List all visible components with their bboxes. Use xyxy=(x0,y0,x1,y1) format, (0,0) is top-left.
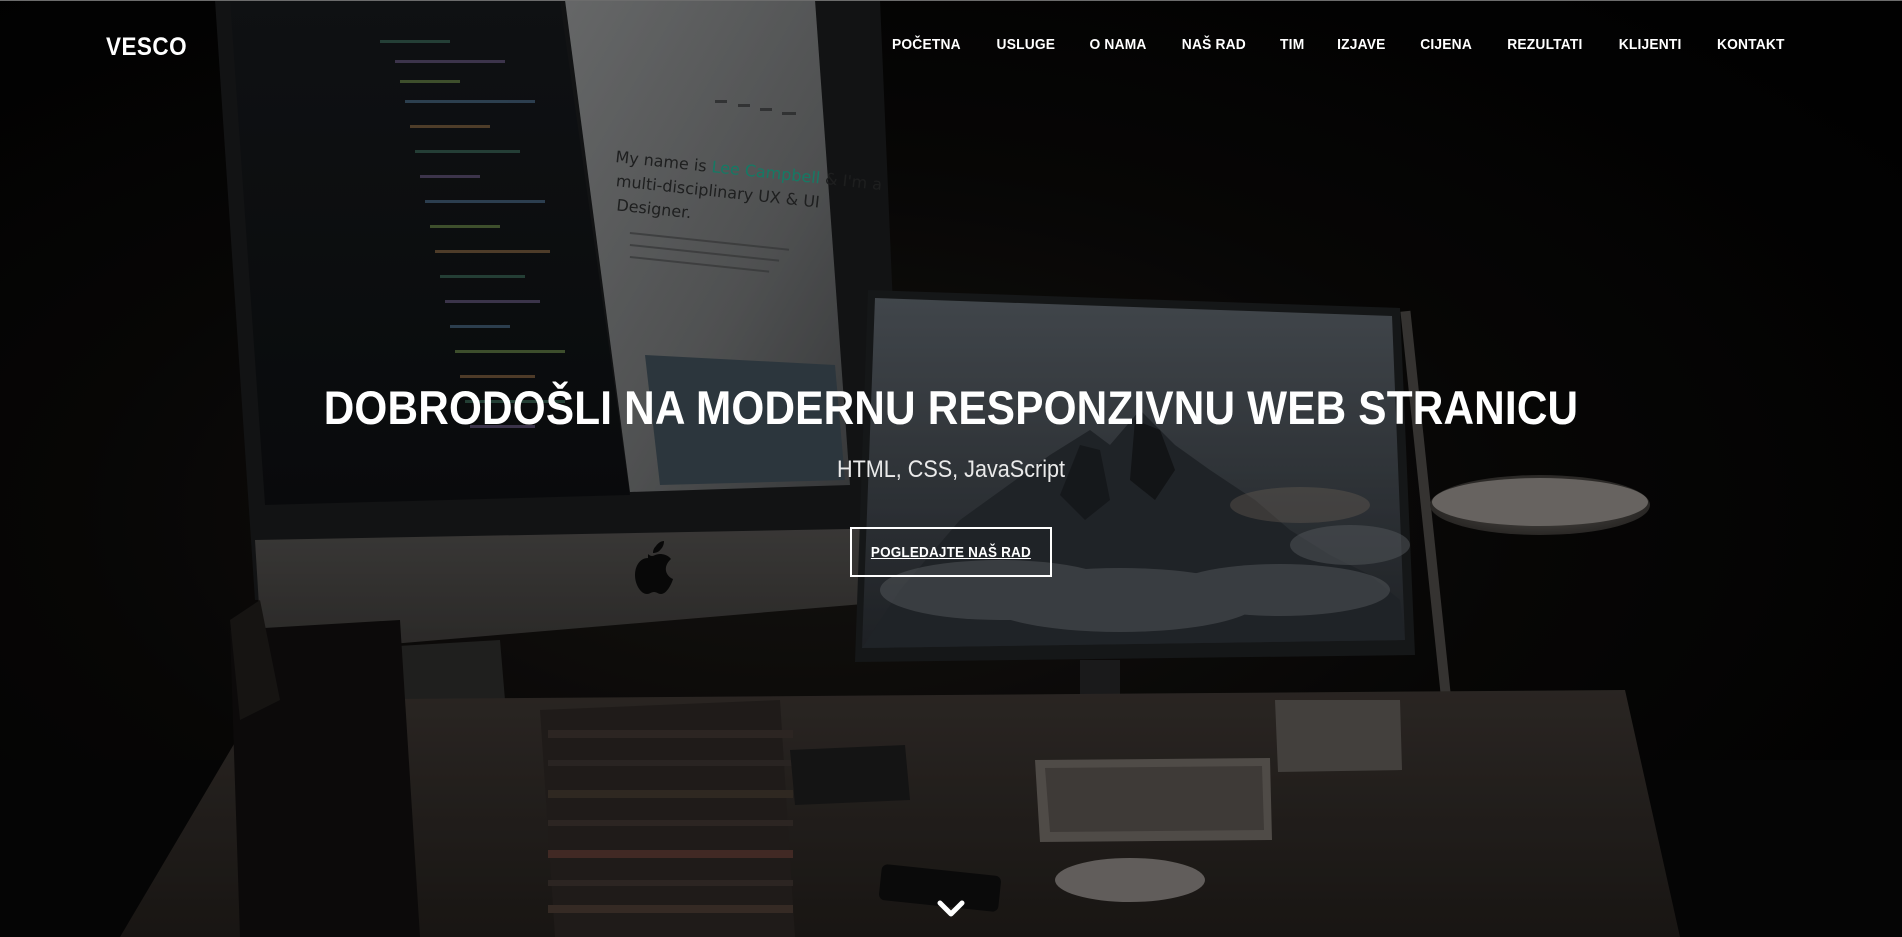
hero-section: My name is Lee Campbell & I'm a multi-di… xyxy=(0,0,1902,937)
nav-link-rezultati[interactable]: REZULTATI xyxy=(1508,36,1583,53)
brand-logo[interactable]: VESCO xyxy=(106,33,187,62)
nav-link-pocetna[interactable]: POČETNA xyxy=(892,36,961,53)
nav-item-nas-rad: NAŠ RAD xyxy=(1179,36,1249,54)
hero-subtitle: HTML, CSS, JavaScript xyxy=(836,456,1066,483)
nav-item-cijena: CIJENA xyxy=(1418,36,1474,54)
navbar: VESCO POČETNA USLUGE O NAMA NAŠ RAD TIM … xyxy=(0,0,1902,92)
hero-headline-text: DOBRODOŠLI NA MODERNU RESPONZIVNU WEB ST… xyxy=(323,381,1579,434)
nav-item-klijenti: KLIJENTI xyxy=(1616,36,1684,54)
nav-link-usluge[interactable]: USLUGE xyxy=(996,36,1055,53)
nav-item-o-nama: O NAMA xyxy=(1087,36,1149,54)
nav-item-izjave: IZJAVE xyxy=(1335,36,1388,54)
nav-link-klijenti[interactable]: KLIJENTI xyxy=(1619,36,1682,53)
nav-link-izjave[interactable]: IZJAVE xyxy=(1338,36,1386,53)
nav-link-kontakt[interactable]: KONTAKT xyxy=(1717,36,1785,53)
hero-headline: DOBRODOŠLI NA MODERNU RESPONZIVNU WEB ST… xyxy=(95,380,1807,436)
nav-item-usluge: USLUGE xyxy=(994,36,1058,54)
nav-item-tim: TIM xyxy=(1279,36,1305,54)
nav-link-tim[interactable]: TIM xyxy=(1280,36,1304,53)
nav-link-cijena[interactable]: CIJENA xyxy=(1420,36,1472,53)
nav-item-pocetna: POČETNA xyxy=(889,36,964,54)
nav-link-o-nama[interactable]: O NAMA xyxy=(1090,36,1147,53)
view-our-work-button-label: POGLEDAJTE NAŠ RAD xyxy=(870,543,1032,561)
view-our-work-button[interactable]: POGLEDAJTE NAŠ RAD xyxy=(850,527,1052,577)
nav-item-rezultati: REZULTATI xyxy=(1504,36,1586,54)
nav-link-nas-rad[interactable]: NAŠ RAD xyxy=(1182,36,1246,53)
main-nav: POČETNA USLUGE O NAMA NAŠ RAD TIM IZJAVE… xyxy=(859,36,1788,54)
nav-item-kontakt: KONTAKT xyxy=(1714,36,1788,54)
chevron-down-icon[interactable] xyxy=(936,896,966,922)
